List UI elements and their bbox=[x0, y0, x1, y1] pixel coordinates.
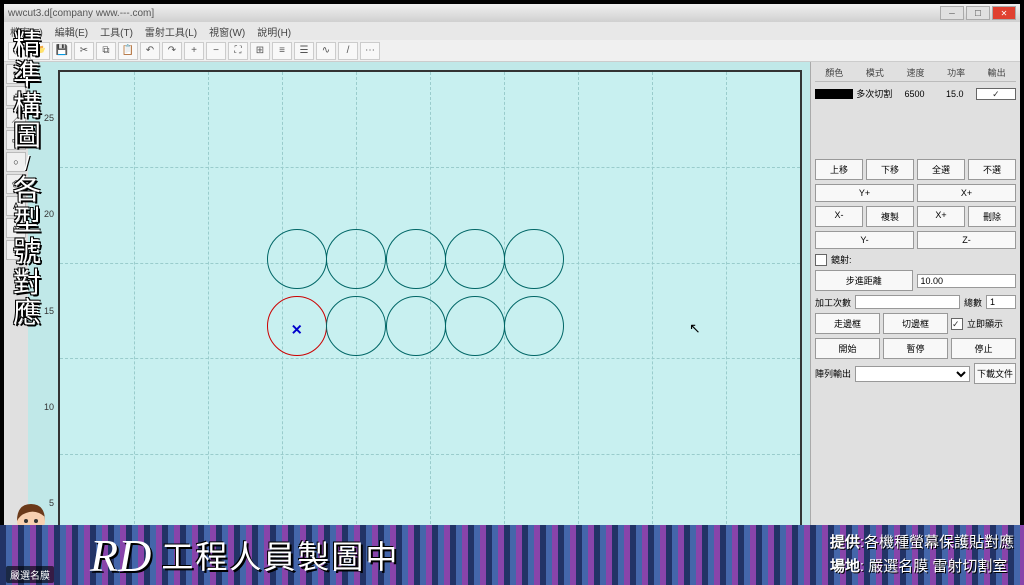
x-plus-button-2[interactable]: X+ bbox=[917, 206, 965, 227]
z-minus-button[interactable]: Z- bbox=[917, 231, 1016, 249]
menubar: 檔案(F) 編輯(E) 工具(T) 雷射工具(L) 視窗(W) 說明(H) bbox=[4, 22, 1020, 40]
mirror-label: 鏡射: bbox=[831, 253, 852, 266]
toolbar: ▢ 📂 💾 ✂ ⧉ 📋 ↶ ↷ + − ⛶ ⊞ ≡ ☰ ∿ / ⋯ bbox=[4, 40, 1020, 62]
menu-edit[interactable]: 編輯(E) bbox=[55, 24, 88, 39]
canvas-area[interactable]: 25 20 15 10 5 5 10 15 20 25 30 35 40 45 … bbox=[28, 62, 810, 581]
curve-icon[interactable]: ∿ bbox=[316, 42, 336, 60]
mirror-checkbox[interactable] bbox=[815, 254, 827, 266]
select-all-button[interactable]: 全選 bbox=[917, 159, 965, 180]
circle-shape[interactable] bbox=[386, 296, 446, 356]
zoom-out-icon[interactable]: − bbox=[206, 42, 226, 60]
circle-shape[interactable] bbox=[445, 229, 505, 289]
grid-icon[interactable]: ⊞ bbox=[250, 42, 270, 60]
align-left-icon[interactable]: ≡ bbox=[272, 42, 292, 60]
circle-shape[interactable] bbox=[445, 296, 505, 356]
array-select[interactable] bbox=[855, 366, 970, 382]
bottom-banner: RD 工程人員製圖中 提供:各機種螢幕保護貼對應 場地: 嚴選名膜 雷射切割室 bbox=[0, 525, 1024, 585]
menu-help[interactable]: 說明(H) bbox=[257, 24, 291, 39]
line-icon[interactable]: / bbox=[338, 42, 358, 60]
instant-checkbox[interactable] bbox=[951, 318, 963, 330]
save-icon[interactable]: 💾 bbox=[52, 42, 72, 60]
step-distance-button[interactable]: 步進距離 bbox=[815, 270, 913, 291]
align-center-icon[interactable]: ☰ bbox=[294, 42, 314, 60]
circle-shape[interactable] bbox=[267, 229, 327, 289]
maximize-button[interactable]: ☐ bbox=[966, 6, 990, 20]
output-checkbox[interactable] bbox=[976, 88, 1016, 100]
brand-logo: 嚴選名膜 bbox=[6, 566, 54, 583]
copy-icon[interactable]: ⧉ bbox=[96, 42, 116, 60]
drawing-canvas[interactable]: ✕ ↖ bbox=[58, 70, 802, 551]
circle-shape[interactable] bbox=[326, 229, 386, 289]
menu-laser[interactable]: 雷射工具(L) bbox=[145, 24, 197, 39]
count-input[interactable] bbox=[986, 295, 1016, 309]
paste-icon[interactable]: 📋 bbox=[118, 42, 138, 60]
delete-button[interactable]: 刪除 bbox=[968, 206, 1016, 227]
menu-window[interactable]: 視窗(W) bbox=[209, 24, 245, 39]
copy-button[interactable]: 複製 bbox=[866, 206, 914, 227]
y-plus-button[interactable]: Y+ bbox=[815, 184, 914, 202]
download-button[interactable]: 下載文件 bbox=[974, 363, 1016, 384]
main-caption: 工程人員製圖中 bbox=[161, 532, 399, 578]
frame-walk-button[interactable]: 走邊框 bbox=[815, 313, 880, 334]
titlebar: wwcut3.d[company www.---.com] ─ ☐ ✕ bbox=[4, 4, 1020, 22]
circle-shape[interactable] bbox=[326, 296, 386, 356]
circle-shape[interactable] bbox=[386, 229, 446, 289]
pause-button[interactable]: 暫停 bbox=[883, 338, 948, 359]
circle-shape[interactable] bbox=[504, 296, 564, 356]
move-down-button[interactable]: 下移 bbox=[866, 159, 914, 180]
stop-button[interactable]: 停止 bbox=[951, 338, 1016, 359]
select-none-button[interactable]: 不選 bbox=[968, 159, 1016, 180]
step-distance-input[interactable] bbox=[917, 274, 1017, 288]
x-minus-button[interactable]: X- bbox=[815, 206, 863, 227]
cut-icon[interactable]: ✂ bbox=[74, 42, 94, 60]
zoom-in-icon[interactable]: + bbox=[184, 42, 204, 60]
color-swatch[interactable] bbox=[815, 89, 853, 99]
processing-label: 加工次數 bbox=[815, 296, 851, 309]
move-up-button[interactable]: 上移 bbox=[815, 159, 863, 180]
window-title: wwcut3.d[company www.---.com] bbox=[8, 8, 154, 19]
cursor-icon: ↖ bbox=[689, 320, 701, 337]
info-block: 提供:各機種螢幕保護貼對應 場地: 嚴選名膜 雷射切割室 bbox=[830, 531, 1014, 579]
minimize-button[interactable]: ─ bbox=[940, 6, 964, 20]
layer-row[interactable]: 多次切割 6500 15.0 bbox=[815, 86, 1016, 101]
undo-icon[interactable]: ↶ bbox=[140, 42, 160, 60]
more-icon[interactable]: ⋯ bbox=[360, 42, 380, 60]
zoom-fit-icon[interactable]: ⛶ bbox=[228, 42, 248, 60]
overlay-left-caption: 精 準 構 圖 / 各 型 號 對 應 bbox=[6, 30, 48, 330]
properties-panel: 顏色模式 速度功率 輸出 多次切割 6500 15.0 上移 下移 全選 不選 … bbox=[810, 62, 1020, 581]
circle-shape[interactable] bbox=[504, 229, 564, 289]
layer-table-header: 顏色模式 速度功率 輸出 bbox=[815, 66, 1016, 82]
close-button[interactable]: ✕ bbox=[992, 6, 1016, 20]
rd-logo-text: RD bbox=[90, 529, 151, 582]
center-mark-icon: ✕ bbox=[291, 321, 303, 338]
start-button[interactable]: 開始 bbox=[815, 338, 880, 359]
frame-cut-button[interactable]: 切邊框 bbox=[883, 313, 948, 334]
array-label: 陣列輸出 bbox=[815, 367, 851, 380]
count-label: 總數 bbox=[964, 296, 982, 309]
x-plus-button[interactable]: X+ bbox=[917, 184, 1016, 202]
menu-tools[interactable]: 工具(T) bbox=[100, 24, 133, 39]
redo-icon[interactable]: ↷ bbox=[162, 42, 182, 60]
processing-input[interactable] bbox=[855, 295, 960, 309]
y-minus-button[interactable]: Y- bbox=[815, 231, 914, 249]
